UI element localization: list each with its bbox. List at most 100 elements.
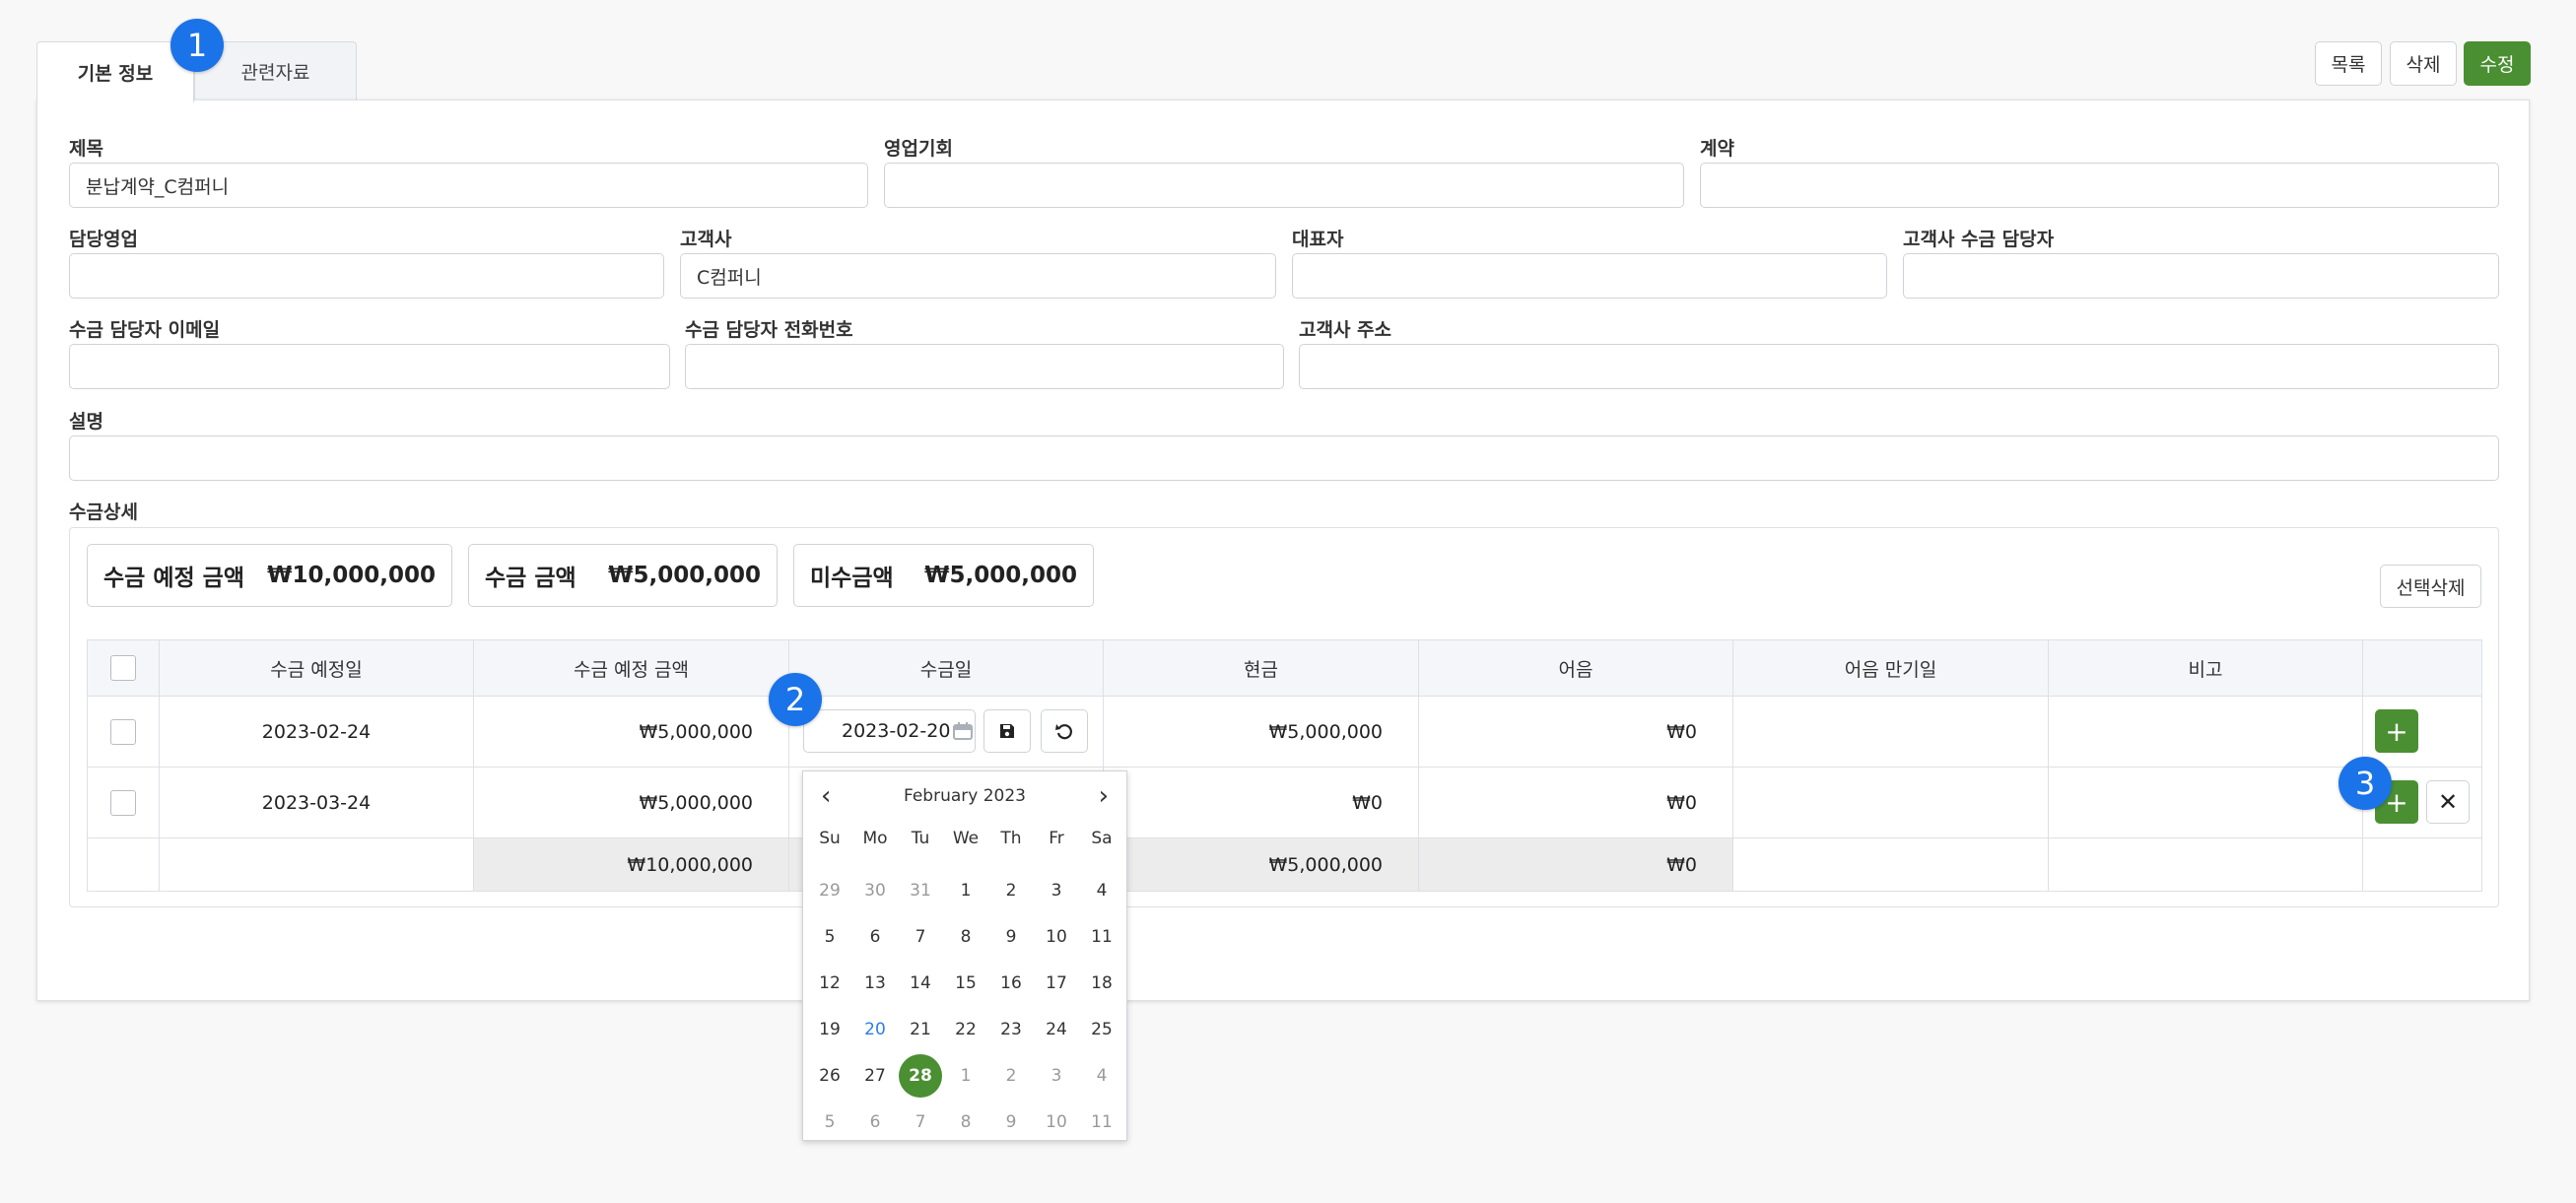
calendar-day[interactable]: 6 <box>852 913 898 960</box>
calendar-icon[interactable] <box>952 721 974 741</box>
next-month-button[interactable]: › <box>1099 781 1109 811</box>
row-checkbox[interactable] <box>110 718 136 745</box>
weekday-label: Mo <box>862 829 888 848</box>
calendar-day[interactable]: 30 <box>852 867 898 913</box>
calendar-day[interactable]: 1 <box>943 1052 988 1099</box>
calendar-day-number: 5 <box>824 1111 836 1132</box>
address-field[interactable] <box>1299 344 2499 389</box>
calendar-day-number: 8 <box>960 1111 972 1132</box>
calendar-day[interactable]: 8 <box>943 1099 988 1145</box>
calendar-day[interactable]: 4 <box>1079 1052 1124 1099</box>
calendar-day[interactable]: 13 <box>852 960 898 1006</box>
calendar-day[interactable]: 11 <box>1079 913 1124 960</box>
column-header: 수금 예정일 <box>159 639 474 697</box>
column-header: 어음 <box>1418 639 1733 697</box>
paid-date-input[interactable]: 2023-02-20 <box>803 709 976 753</box>
calendar-day[interactable]: 6 <box>852 1099 898 1145</box>
calendar-day[interactable]: 12 <box>807 960 852 1006</box>
calendar-day-number: 31 <box>910 880 931 901</box>
sales-rep-field[interactable] <box>69 253 664 299</box>
column-header: 수금 예정 금액 <box>473 639 789 697</box>
prev-month-button[interactable]: ‹ <box>821 781 831 811</box>
title-field[interactable]: 분납계약_C컴퍼니 <box>69 163 868 208</box>
collector-field[interactable] <box>1903 253 2499 299</box>
remove-row-button[interactable]: ✕ <box>2426 780 2470 824</box>
calendar-day-number: 16 <box>1000 972 1022 993</box>
calendar-day-number: 30 <box>864 880 886 901</box>
collector-phone-field[interactable] <box>685 344 1284 389</box>
calendar-day-number: 4 <box>1096 880 1108 901</box>
select-all-checkbox[interactable] <box>110 655 136 681</box>
due-date-cell: 2023-03-24 <box>159 767 474 838</box>
calendar-day-number: 7 <box>915 926 926 947</box>
calendar-day-selected[interactable]: 28 <box>898 1052 943 1099</box>
detail-label: 수금상세 <box>69 501 138 523</box>
calendar-day[interactable]: 24 <box>1034 1006 1079 1052</box>
calendar-day-number: 8 <box>960 926 972 947</box>
note-cell <box>2048 767 2363 838</box>
calendar-day-number: 4 <box>1096 1065 1108 1086</box>
calendar-day[interactable]: 7 <box>898 913 943 960</box>
calendar-day[interactable]: 1 <box>943 867 988 913</box>
due-amount-cell: ₩5,000,000 <box>473 767 789 838</box>
undo-button[interactable] <box>1041 709 1088 753</box>
edit-button[interactable]: 수정 <box>2464 41 2531 86</box>
customer-field[interactable]: C컴퍼니 <box>680 253 1276 299</box>
calendar-day[interactable]: 19 <box>807 1006 852 1052</box>
opportunity-label: 영업기회 <box>884 138 953 160</box>
calendar-day[interactable]: 21 <box>898 1006 943 1052</box>
column-header: 어음 만기일 <box>1732 639 2049 697</box>
calendar-day[interactable]: 23 <box>988 1006 1034 1052</box>
calendar-day-number: 24 <box>1046 1019 1067 1039</box>
delete-button[interactable]: 삭제 <box>2390 41 2457 86</box>
calendar-day[interactable]: 9 <box>988 913 1034 960</box>
undo-icon <box>1054 721 1074 741</box>
calendar-day[interactable]: 2 <box>988 1052 1034 1099</box>
calendar-day[interactable]: 11 <box>1079 1099 1124 1145</box>
calendar-day[interactable]: 2 <box>988 867 1034 913</box>
select-all-cell <box>87 639 160 697</box>
due-date-cell: 2023-02-24 <box>159 696 474 768</box>
calendar-day[interactable]: 25 <box>1079 1006 1124 1052</box>
contract-field[interactable] <box>1700 163 2499 208</box>
calendar-day[interactable]: 14 <box>898 960 943 1006</box>
calendar-day[interactable]: 3 <box>1034 867 1079 913</box>
tab-label: 관련자료 <box>240 62 310 84</box>
calendar-day[interactable]: 8 <box>943 913 988 960</box>
calendar-day[interactable]: 5 <box>807 1099 852 1145</box>
calendar-day[interactable]: 31 <box>898 867 943 913</box>
calendar-day[interactable]: 17 <box>1034 960 1079 1006</box>
calendar-day[interactable]: 26 <box>807 1052 852 1099</box>
collector-email-field[interactable] <box>69 344 670 389</box>
summary-label: 미수금액 <box>810 566 894 591</box>
description-field[interactable] <box>69 435 2499 481</box>
calendar-day[interactable]: 20 <box>852 1006 898 1052</box>
date-picker-popup: ‹ February 2023 › Su Mo Tu We Th Fr Sa 29 30 31 1 2… <box>802 770 1127 1141</box>
calendar-day[interactable]: 10 <box>1034 913 1079 960</box>
calendar-day[interactable]: 4 <box>1079 867 1124 913</box>
calendar-day[interactable]: 29 <box>807 867 852 913</box>
calendar-day[interactable]: 18 <box>1079 960 1124 1006</box>
calendar-day[interactable]: 7 <box>898 1099 943 1145</box>
calendar-day[interactable]: 10 <box>1034 1099 1079 1145</box>
calendar-day-number: 28 <box>899 1053 942 1098</box>
calendar-day-number: 17 <box>1046 972 1067 993</box>
calendar-day[interactable]: 9 <box>988 1099 1034 1145</box>
calendar-day[interactable]: 3 <box>1034 1052 1079 1099</box>
cash-cell: ₩0 <box>1103 767 1419 838</box>
calendar-day[interactable]: 16 <box>988 960 1034 1006</box>
ceo-field[interactable] <box>1292 253 1887 299</box>
add-row-button[interactable]: + <box>2375 709 2418 753</box>
save-button[interactable] <box>983 709 1031 753</box>
opportunity-field[interactable] <box>884 163 1684 208</box>
month-label[interactable]: February 2023 <box>904 786 1026 806</box>
ceo-label: 대표자 <box>1292 229 1344 250</box>
list-button[interactable]: 목록 <box>2315 41 2382 86</box>
calendar-day[interactable]: 22 <box>943 1006 988 1052</box>
calendar-day[interactable]: 27 <box>852 1052 898 1099</box>
calendar-day-number: 2 <box>1005 1065 1017 1086</box>
calendar-day[interactable]: 5 <box>807 913 852 960</box>
delete-selected-button[interactable]: 선택삭제 <box>2380 565 2481 608</box>
row-checkbox[interactable] <box>110 789 136 816</box>
calendar-day[interactable]: 15 <box>943 960 988 1006</box>
